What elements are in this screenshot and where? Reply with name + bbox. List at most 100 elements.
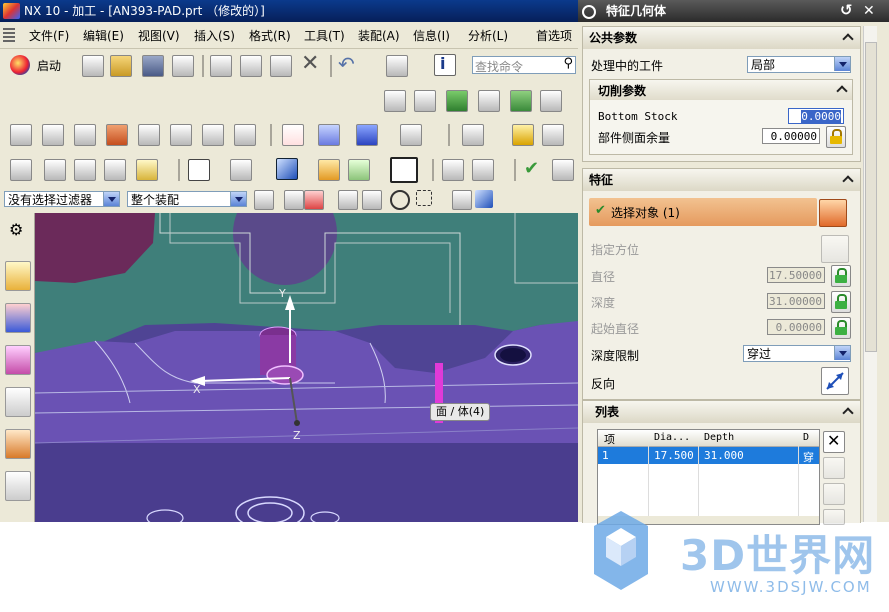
lock-icon[interactable] — [826, 126, 846, 148]
move-down-icon[interactable] — [823, 483, 845, 505]
toolbar-icon[interactable] — [282, 124, 304, 146]
csys-icon[interactable] — [821, 235, 849, 263]
toolbar-icon[interactable] — [104, 159, 126, 181]
paste-icon[interactable] — [270, 55, 292, 77]
toolbar-icon[interactable] — [442, 159, 464, 181]
toolbar-icon[interactable] — [304, 190, 324, 210]
toolbar-icon[interactable] — [540, 90, 562, 112]
undo-icon[interactable]: ↶ — [338, 52, 355, 76]
menu-analysis[interactable]: 分析(L) — [468, 27, 508, 44]
remove-item-button[interactable]: ✕ — [823, 431, 845, 453]
toolbar-icon[interactable] — [74, 159, 96, 181]
menu-tools[interactable]: 工具(T) — [304, 27, 345, 44]
open-icon[interactable] — [110, 55, 132, 77]
operation-navigator-icon[interactable] — [5, 261, 31, 291]
column-header-depth[interactable]: Depth — [704, 432, 734, 443]
toolbar-icon[interactable] — [446, 90, 468, 112]
toolbar-icon[interactable] — [362, 190, 382, 210]
toolbar-icon[interactable] — [510, 90, 532, 112]
toolbar-icon[interactable] — [74, 124, 96, 146]
menu-assembly[interactable]: 装配(A) — [358, 27, 400, 44]
toolbar-icon[interactable] — [10, 159, 32, 181]
scrollbar-thumb[interactable] — [865, 42, 877, 352]
table-row[interactable]: 1 17.500 31.000 穿 — [598, 447, 819, 464]
toolbar-icon[interactable] — [452, 190, 472, 210]
column-header-diameter[interactable]: Dia... — [654, 432, 698, 443]
check-icon[interactable]: ✔ — [524, 159, 544, 179]
toolbar-icon[interactable] — [254, 190, 274, 210]
toolbar-icon[interactable] — [542, 124, 564, 146]
menu-format[interactable]: 格式(R) — [249, 27, 291, 44]
toolbar-icon[interactable] — [414, 90, 436, 112]
save-icon[interactable] — [142, 55, 164, 77]
toolbar-icon[interactable] — [472, 159, 494, 181]
workpiece-dropdown[interactable]: 局部 — [747, 56, 851, 73]
menu-insert[interactable]: 插入(S) — [194, 27, 235, 44]
menu-preferences[interactable]: 首选项 — [536, 27, 572, 44]
toolbar-icon[interactable] — [42, 124, 64, 146]
toolbar-icon[interactable] — [478, 90, 500, 112]
print-icon[interactable] — [172, 55, 194, 77]
toolbar-icon[interactable] — [475, 190, 493, 208]
toolbar-icon[interactable] — [10, 124, 32, 146]
toolbar-icon[interactable] — [318, 124, 340, 146]
toolbar-icon[interactable] — [552, 159, 574, 181]
column-header-limit[interactable]: D — [803, 432, 809, 443]
copy-icon[interactable] — [240, 55, 262, 77]
scope-dropdown[interactable]: 整个装配 — [127, 191, 247, 207]
machine-tool-icon[interactable] — [5, 303, 31, 333]
reuse-library-icon[interactable] — [5, 429, 31, 459]
toolbar-icon[interactable] — [356, 124, 378, 146]
lock-icon[interactable] — [831, 265, 851, 287]
menu-handle-icon[interactable] — [3, 28, 15, 42]
toolbar-icon[interactable] — [230, 159, 252, 181]
reverse-direction-button[interactable] — [821, 367, 849, 395]
menu-file[interactable]: 文件(F) — [29, 27, 69, 44]
part-navigator-icon[interactable] — [5, 345, 31, 375]
settings-icon[interactable] — [582, 5, 596, 19]
command-search-box[interactable]: 查找命令 ⚲ — [472, 56, 576, 74]
depth-field[interactable]: 31.00000 — [767, 293, 825, 309]
list-header[interactable]: 列表 — [583, 401, 860, 423]
select-object-row[interactable]: ✔ 选择对象 (1) — [589, 198, 817, 226]
toolbar-icon[interactable] — [348, 159, 370, 181]
toolbar-icon[interactable] — [44, 159, 66, 181]
side-stock-field[interactable]: 0.00000 — [762, 128, 820, 144]
lock-icon[interactable] — [831, 291, 851, 313]
shaded-cube-icon[interactable] — [276, 158, 298, 180]
rectangle-select-icon[interactable] — [416, 190, 432, 206]
assembly-navigator-icon[interactable] — [5, 387, 31, 417]
toolbar-icon[interactable] — [234, 124, 256, 146]
reset-icon[interactable]: ↺ — [840, 0, 853, 21]
toolbar-icon[interactable] — [338, 190, 358, 210]
menu-view[interactable]: 视图(V) — [138, 27, 180, 44]
graphics-viewport[interactable]: Y X Z 面 / 体(4) — [35, 213, 578, 522]
close-icon[interactable]: ✕ — [863, 0, 875, 22]
toolbar-icon[interactable] — [318, 159, 340, 181]
toolbar-icon[interactable] — [136, 159, 158, 181]
repeat-command-icon[interactable] — [386, 55, 408, 77]
fit-view-icon[interactable] — [188, 159, 210, 181]
move-up-icon[interactable] — [823, 457, 845, 479]
snap-point-icon[interactable] — [390, 190, 410, 210]
background-color-icon[interactable] — [390, 157, 418, 183]
select-object-icon[interactable] — [819, 199, 847, 227]
toolbar-icon[interactable] — [512, 124, 534, 146]
toolbar-icon[interactable] — [170, 124, 192, 146]
toolbar-icon[interactable] — [106, 124, 128, 146]
start-button[interactable]: 启动 — [8, 54, 76, 76]
information-icon[interactable]: i — [434, 54, 456, 76]
cut-icon[interactable] — [210, 55, 232, 77]
history-icon[interactable] — [5, 471, 31, 501]
diameter-field[interactable]: 17.50000 — [767, 267, 825, 283]
feature-header[interactable]: 特征 — [583, 169, 860, 191]
dialog-scrollbar[interactable] — [863, 26, 878, 522]
lock-icon[interactable] — [831, 317, 851, 339]
column-header-item[interactable]: 项 — [604, 431, 615, 447]
toolbar-icon[interactable] — [202, 124, 224, 146]
common-parameters-header[interactable]: 公共参数 — [583, 27, 860, 49]
type-filter-dropdown[interactable]: 没有选择过滤器 — [4, 191, 120, 207]
toolbar-icon[interactable] — [138, 124, 160, 146]
delete-icon[interactable]: ✕ — [301, 53, 319, 75]
cut-parameters-header[interactable]: 切削参数 — [590, 80, 852, 100]
